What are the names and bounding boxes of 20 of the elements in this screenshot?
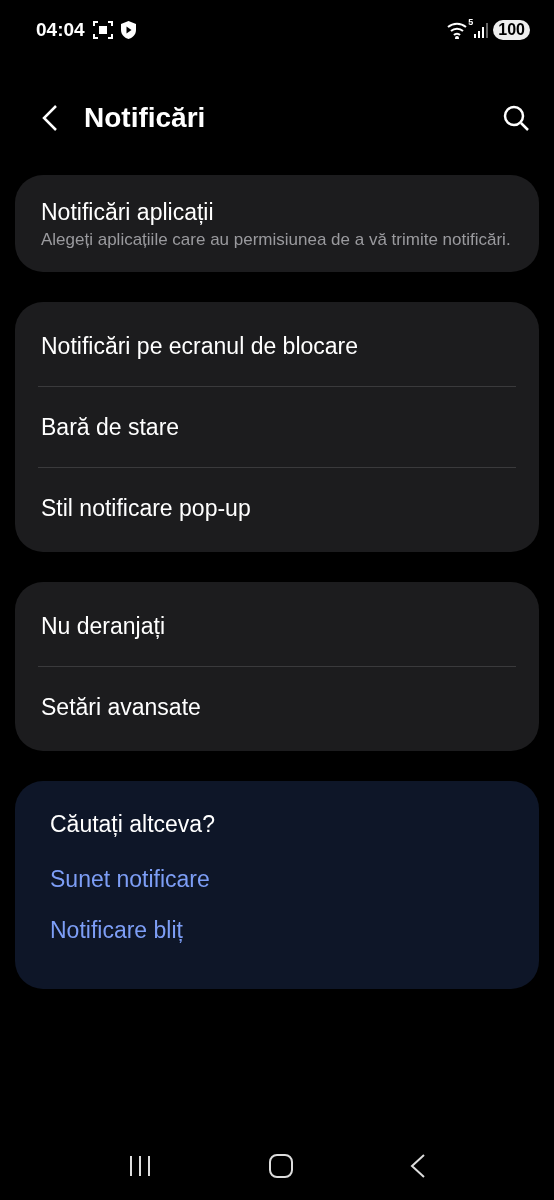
settings-item[interactable]: Notificări pe ecranul de blocare: [38, 306, 516, 386]
clock: 04:04: [36, 19, 85, 41]
suggestion-link[interactable]: Notificare bliț: [50, 917, 183, 944]
settings-item[interactable]: Setări avansate: [38, 666, 516, 747]
home-button[interactable]: [268, 1153, 294, 1179]
page-title: Notificări: [84, 101, 207, 134]
settings-item[interactable]: Stil notificare pop-up: [38, 467, 516, 548]
shield-icon: [120, 21, 136, 39]
screenshot-icon: [92, 21, 113, 39]
settings-item[interactable]: Bară de stare: [38, 386, 516, 467]
back-nav-button[interactable]: [410, 1153, 426, 1179]
settings-item[interactable]: Nu deranjați: [38, 586, 516, 666]
recent-apps-button[interactable]: [128, 1154, 152, 1178]
wifi-label: 5: [468, 17, 474, 27]
suggestions-heading: Căutați altceva?: [50, 811, 216, 838]
battery-level: 100: [493, 20, 530, 40]
back-button[interactable]: [40, 103, 60, 132]
signal-icon: [473, 22, 490, 38]
search-button[interactable]: [502, 103, 530, 132]
suggestion-link[interactable]: Sunet notificare: [50, 866, 210, 893]
